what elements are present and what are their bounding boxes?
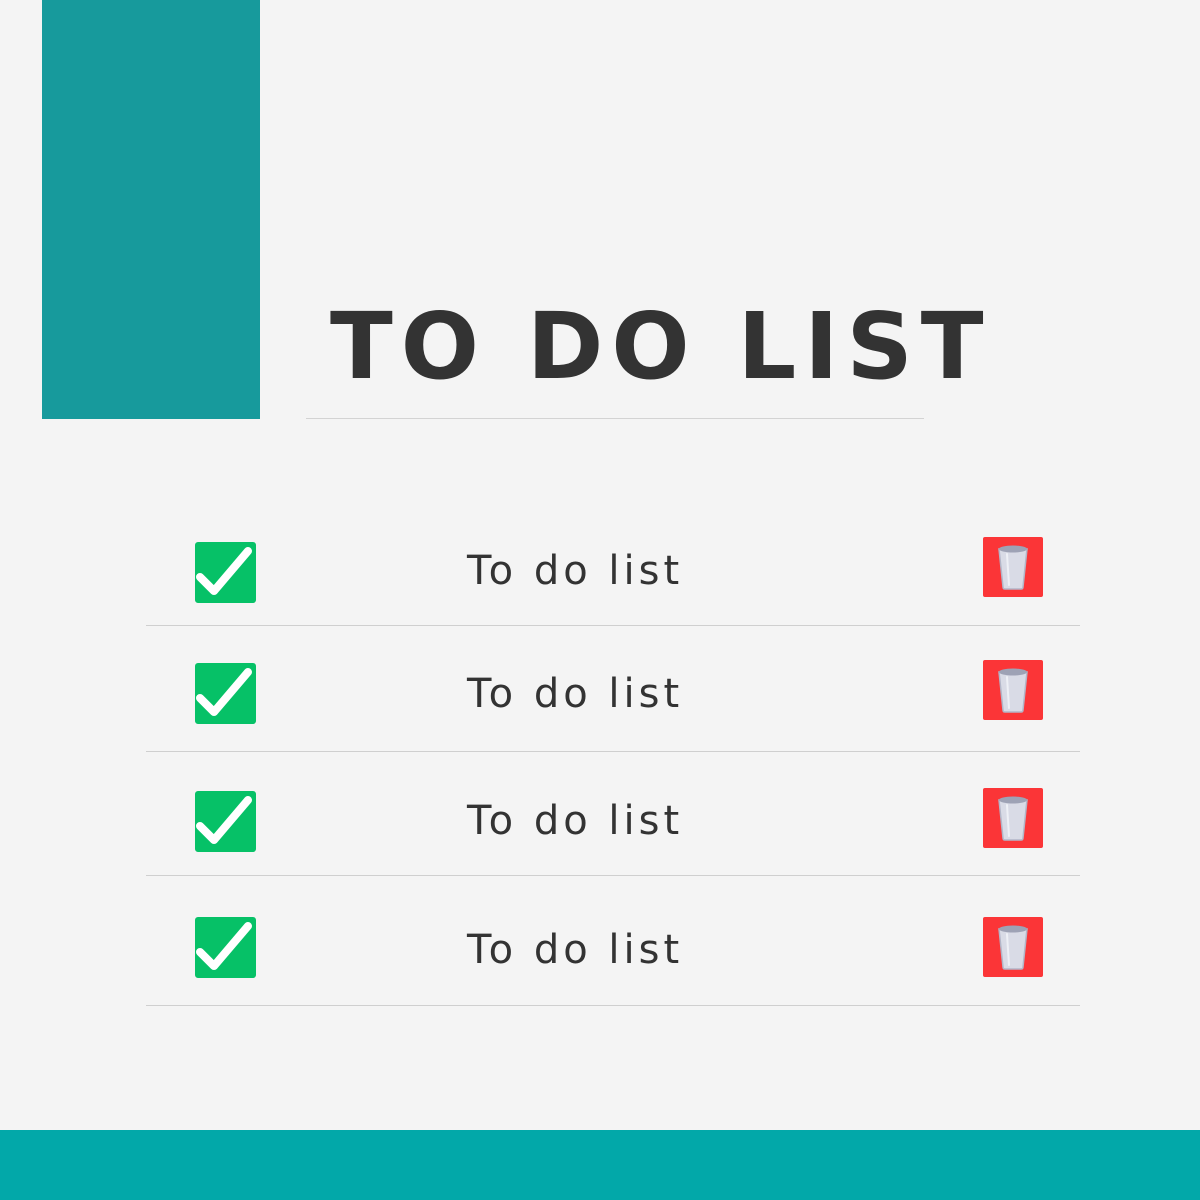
todo-item-label: To do list: [467, 548, 684, 594]
todo-item: To do list: [146, 500, 1080, 626]
delete-button[interactable]: [983, 537, 1043, 597]
trash-icon: [998, 796, 1028, 841]
todo-item-label: To do list: [467, 671, 684, 717]
check-box-icon[interactable]: [195, 917, 256, 978]
todo-item-label: To do list: [467, 798, 684, 844]
todo-item: To do list: [146, 626, 1080, 752]
delete-button[interactable]: [983, 660, 1043, 720]
trash-icon: [998, 925, 1028, 970]
trash-icon: [998, 668, 1028, 713]
bottom-band: [0, 1130, 1200, 1200]
todo-item: To do list: [146, 752, 1080, 876]
trash-icon: [998, 545, 1028, 590]
check-box-icon[interactable]: [195, 791, 256, 852]
check-box-icon[interactable]: [195, 542, 256, 603]
todo-item-label: To do list: [467, 927, 684, 973]
delete-button[interactable]: [983, 917, 1043, 977]
delete-button[interactable]: [983, 788, 1043, 848]
todo-list: To do list To do list To do list To do l…: [0, 0, 1200, 1200]
check-box-icon[interactable]: [195, 663, 256, 724]
todo-item: To do list: [146, 876, 1080, 1006]
